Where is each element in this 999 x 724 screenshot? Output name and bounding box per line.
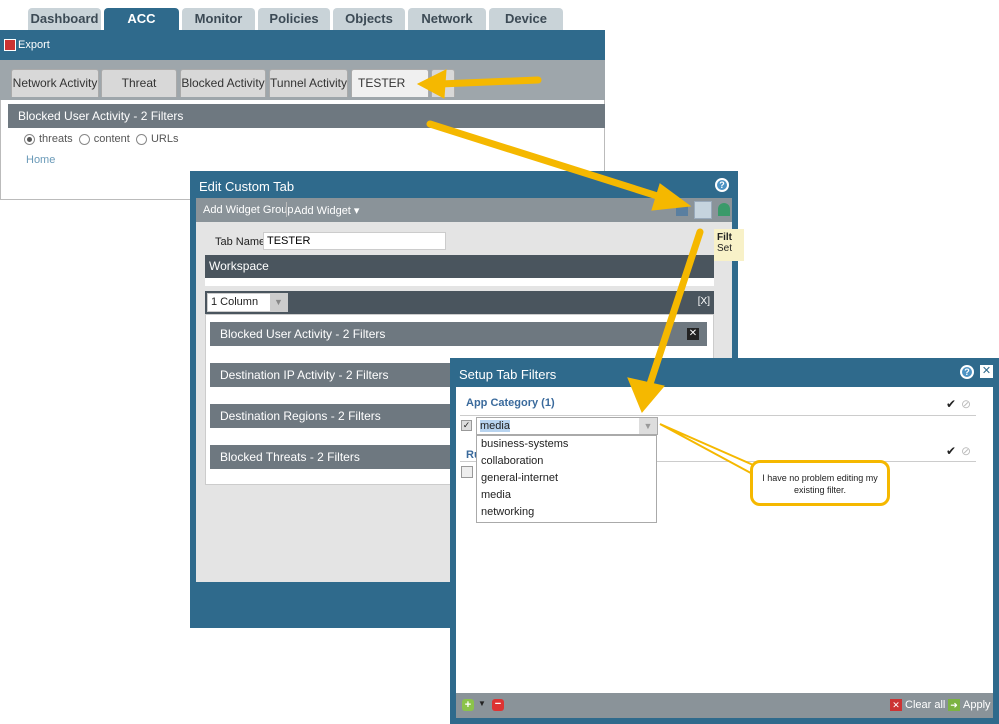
- arrow-head: [627, 377, 665, 413]
- callout-pointer: [659, 423, 761, 480]
- arrow-to-tab: [436, 76, 542, 88]
- arrow-head: [416, 69, 447, 99]
- callout: I have no problem editing my existing fi…: [750, 460, 890, 506]
- annotation-arrows: [416, 69, 761, 480]
- arrow-to-filter-icon: [426, 120, 674, 204]
- arrow-head: [651, 183, 692, 211]
- arrow-to-dropdown: [644, 228, 704, 394]
